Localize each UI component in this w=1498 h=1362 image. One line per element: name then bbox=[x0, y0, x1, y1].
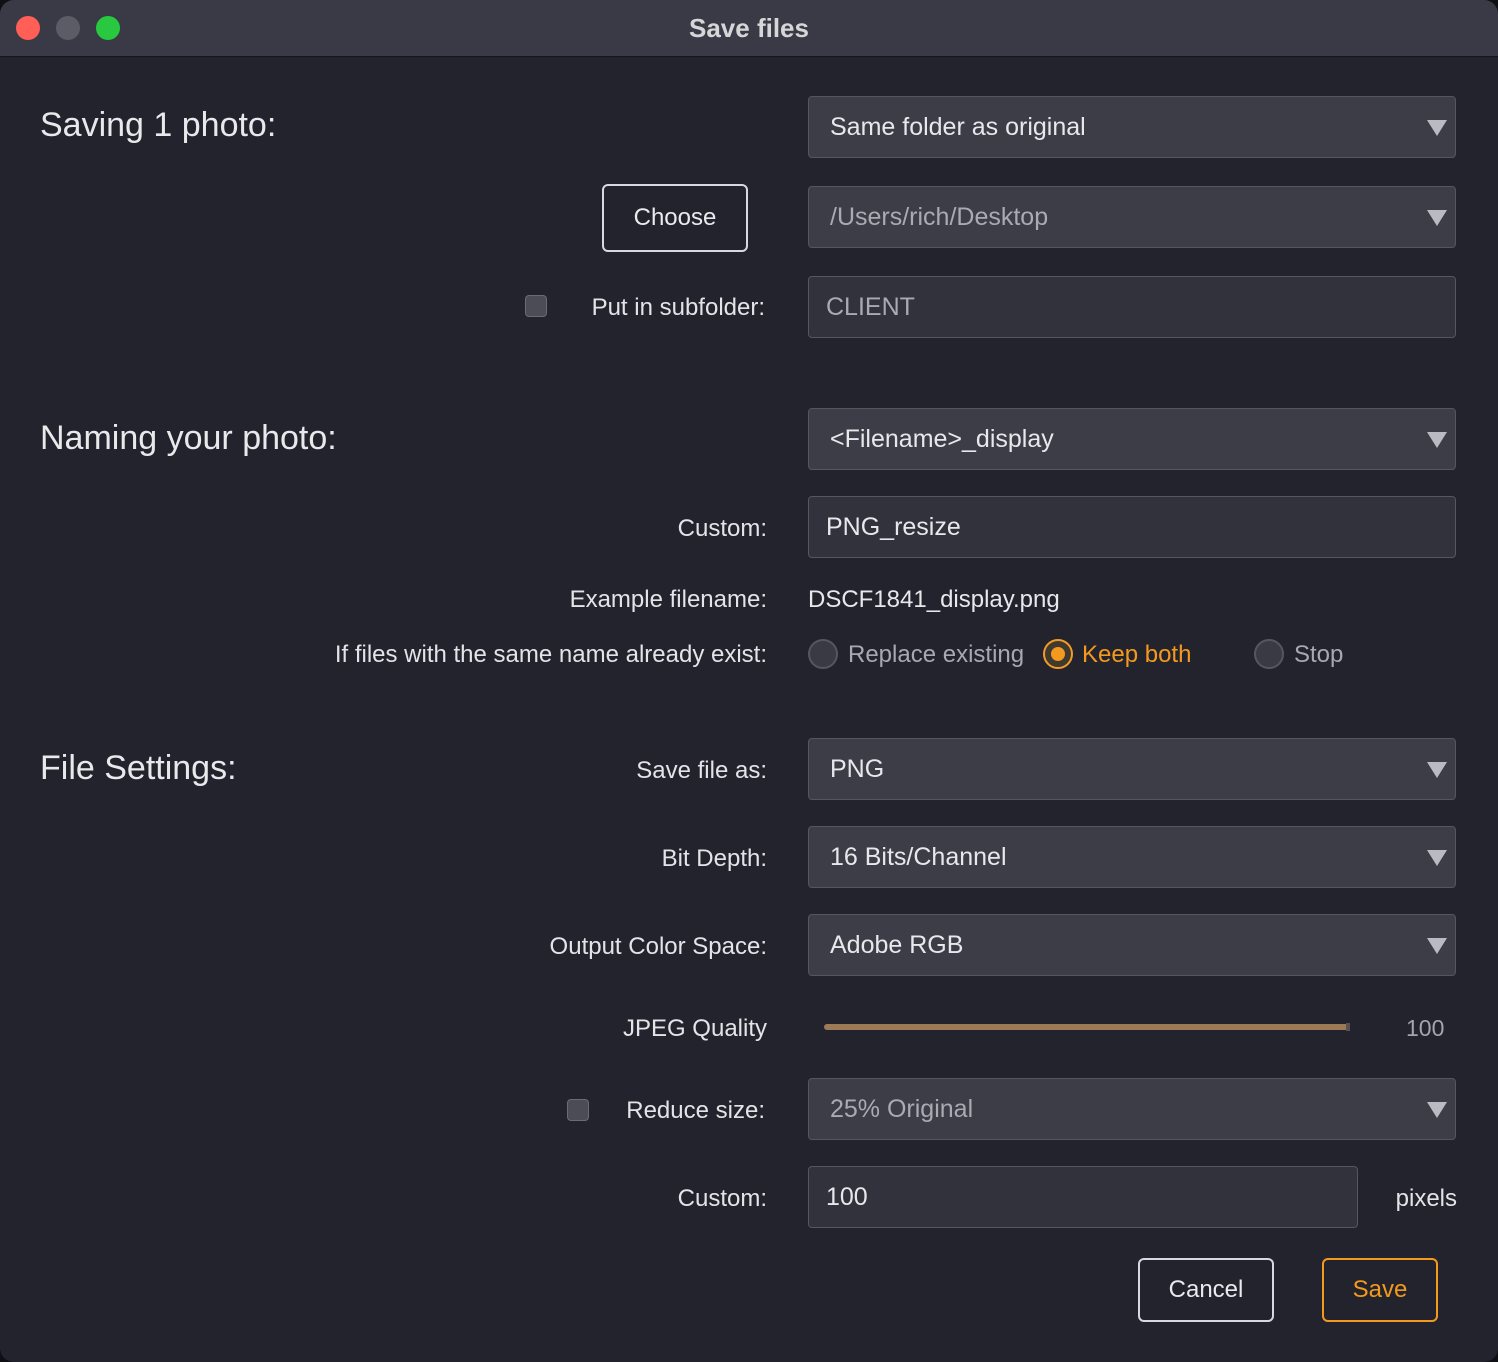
color-space-label: Output Color Space: bbox=[549, 933, 767, 960]
filename-template-value: <Filename>_display bbox=[830, 425, 1054, 453]
radio-replace-existing[interactable] bbox=[808, 639, 838, 669]
subfolder-label: Put in subfolder: bbox=[591, 294, 765, 321]
jpeg-quality-slider-handle[interactable] bbox=[1346, 1023, 1350, 1031]
radio-stop-label[interactable]: Stop bbox=[1294, 641, 1343, 669]
chevron-down-icon bbox=[1427, 432, 1447, 448]
section-title-naming: Naming your photo: bbox=[40, 419, 337, 457]
color-space-value: Adobe RGB bbox=[830, 931, 964, 959]
save-as-label: Save file as: bbox=[636, 757, 767, 784]
chevron-down-icon bbox=[1427, 762, 1447, 778]
destination-select-value: Same folder as original bbox=[830, 113, 1086, 141]
jpeg-quality-label: JPEG Quality bbox=[622, 1015, 767, 1042]
bit-depth-label: Bit Depth: bbox=[661, 845, 767, 872]
custom-size-label: Custom: bbox=[677, 1185, 767, 1212]
radio-replace-existing-label[interactable]: Replace existing bbox=[848, 641, 1024, 669]
custom-name-input[interactable]: PNG_resize bbox=[808, 496, 1456, 558]
chevron-down-icon bbox=[1427, 850, 1447, 866]
subfolder-checkbox[interactable] bbox=[525, 295, 547, 317]
window-title: Save files bbox=[689, 13, 809, 43]
filename-template-select[interactable]: <Filename>_display bbox=[808, 408, 1456, 470]
bit-depth-value: 16 Bits/Channel bbox=[830, 843, 1007, 871]
subfolder-input[interactable]: CLIENT bbox=[808, 276, 1456, 338]
radio-keep-both[interactable] bbox=[1043, 639, 1073, 669]
custom-name-value: PNG_resize bbox=[826, 513, 961, 541]
jpeg-quality-slider[interactable] bbox=[824, 1024, 1350, 1030]
destination-select[interactable]: Same folder as original bbox=[808, 96, 1456, 158]
section-title-file-settings: File Settings: bbox=[40, 749, 237, 787]
reduce-size-value: 25% Original bbox=[830, 1095, 974, 1123]
reduce-size-label: Reduce size: bbox=[626, 1097, 765, 1124]
subfolder-input-value: CLIENT bbox=[826, 293, 915, 321]
jpeg-quality-value: 100 bbox=[1406, 1015, 1445, 1041]
example-filename-value: DSCF1841_display.png bbox=[808, 586, 1060, 613]
bit-depth-select[interactable]: 16 Bits/Channel bbox=[808, 826, 1456, 888]
chevron-down-icon bbox=[1427, 1102, 1447, 1118]
pixels-unit-label: pixels bbox=[1395, 1185, 1457, 1212]
radio-stop[interactable] bbox=[1254, 639, 1284, 669]
save-button[interactable]: Save bbox=[1322, 1258, 1438, 1322]
folder-path-select[interactable]: /Users/rich/Desktop bbox=[808, 186, 1456, 248]
folder-path-value: /Users/rich/Desktop bbox=[830, 203, 1049, 231]
reduce-size-select[interactable]: 25% Original bbox=[808, 1078, 1456, 1140]
file-format-select[interactable]: PNG bbox=[808, 738, 1456, 800]
chevron-down-icon bbox=[1427, 210, 1447, 226]
cancel-button[interactable]: Cancel bbox=[1138, 1258, 1274, 1322]
title-bar[interactable]: Save files bbox=[0, 0, 1498, 57]
choose-folder-button[interactable]: Choose bbox=[602, 184, 748, 252]
section-title-saving: Saving 1 photo: bbox=[40, 106, 277, 144]
file-format-value: PNG bbox=[830, 755, 885, 783]
chevron-down-icon bbox=[1427, 938, 1447, 954]
custom-size-value: 100 bbox=[826, 1183, 868, 1211]
save-files-dialog: Save files Saving 1 photo: Same folder a… bbox=[0, 0, 1498, 1362]
reduce-size-checkbox[interactable] bbox=[567, 1099, 589, 1121]
custom-name-label: Custom: bbox=[677, 515, 767, 542]
color-space-select[interactable]: Adobe RGB bbox=[808, 914, 1456, 976]
example-filename-label: Example filename: bbox=[569, 586, 767, 613]
conflict-label: If files with the same name already exis… bbox=[334, 641, 767, 668]
chevron-down-icon bbox=[1427, 120, 1447, 136]
custom-size-input[interactable]: 100 bbox=[808, 1166, 1358, 1228]
radio-keep-both-label[interactable]: Keep both bbox=[1082, 641, 1191, 669]
